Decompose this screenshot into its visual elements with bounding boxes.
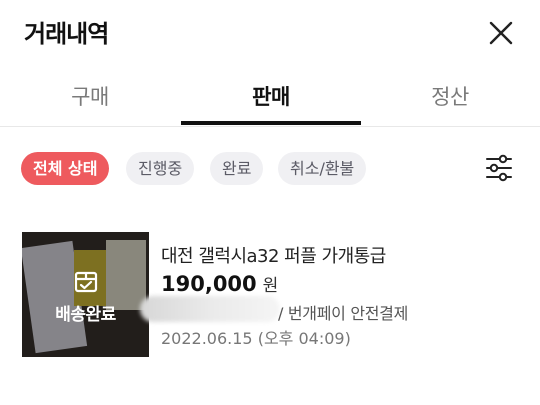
filter-chip-all-status[interactable]: 전체 상태 bbox=[21, 152, 110, 185]
transaction-item[interactable]: 배송완료 대전 갤럭시a32 퍼플 가개통급 190,000 원 / 번개페이 안… bbox=[0, 228, 540, 358]
price-value: 190,000 bbox=[161, 272, 257, 296]
delivery-status-label: 배송완료 bbox=[55, 305, 116, 325]
product-title: 대전 갤럭시a32 퍼플 가개통급 bbox=[161, 246, 386, 267]
filter-chip-cancel-refund[interactable]: 취소/환불 bbox=[278, 152, 367, 185]
page-title: 거래내역 bbox=[24, 20, 109, 48]
header: 거래내역 bbox=[0, 0, 540, 66]
price-unit: 원 bbox=[262, 276, 279, 296]
tab-sales[interactable]: 판매 bbox=[181, 70, 361, 126]
filter-bar: 전체 상태 진행중 완료 취소/환불 bbox=[0, 152, 540, 186]
transaction-date: 2022.06.15 (오후 04:09) bbox=[161, 329, 351, 348]
package-icon bbox=[72, 267, 100, 295]
active-tab-indicator bbox=[181, 121, 361, 125]
filter-chip-in-progress[interactable]: 진행중 bbox=[126, 152, 195, 185]
redacted-buyer-name bbox=[140, 296, 280, 322]
tab-settlement[interactable]: 정산 bbox=[360, 70, 540, 126]
filter-chip-completed[interactable]: 완료 bbox=[210, 152, 264, 185]
tab-bar: 구매 판매 정산 bbox=[0, 70, 540, 127]
product-thumbnail: 배송완료 bbox=[22, 232, 149, 357]
tab-purchase[interactable]: 구매 bbox=[0, 70, 180, 126]
close-icon[interactable] bbox=[484, 16, 518, 50]
sliders-icon[interactable] bbox=[484, 152, 514, 184]
product-price: 190,000 원 bbox=[161, 271, 278, 296]
payment-method: / 번개페이 안전결제 bbox=[278, 304, 409, 323]
